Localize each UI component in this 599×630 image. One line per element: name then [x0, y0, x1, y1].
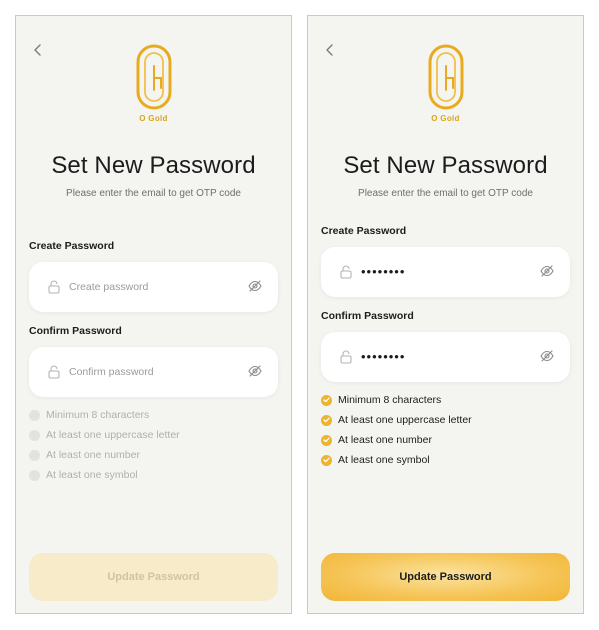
brand-logo: O Gold — [308, 44, 583, 144]
requirement-item: At least one number — [29, 445, 180, 465]
eye-off-icon[interactable] — [248, 280, 262, 292]
eye-off-icon[interactable] — [540, 350, 554, 362]
requirement-unchecked-icon — [29, 429, 40, 441]
requirement-unchecked-icon — [29, 469, 40, 481]
confirm-password-input[interactable] — [69, 364, 219, 380]
create-password-input[interactable] — [69, 279, 219, 295]
confirm-password-input[interactable] — [361, 348, 511, 364]
o-gold-logo-icon — [136, 44, 171, 110]
confirm-password-field[interactable] — [29, 347, 278, 397]
brand-name: O Gold — [139, 114, 168, 123]
requirement-item: At least one symbol — [321, 450, 472, 470]
brand-logo: O Gold — [16, 44, 291, 144]
create-password-input[interactable] — [361, 263, 511, 279]
page-title: Set New Password — [343, 152, 548, 179]
create-password-label: Create Password — [321, 225, 407, 237]
page-subtitle: Please enter the email to get OTP code — [358, 188, 533, 199]
requirement-item: Minimum 8 characters — [321, 390, 472, 410]
requirement-item: At least one number — [321, 430, 472, 450]
page-subtitle: Please enter the email to get OTP code — [66, 188, 241, 199]
requirement-unchecked-icon — [29, 409, 40, 421]
screen-filled-state: O Gold Set New Password Please enter the… — [307, 15, 584, 614]
requirement-unchecked-icon — [29, 449, 40, 461]
update-password-button[interactable]: Update Password — [321, 553, 570, 601]
create-password-field[interactable] — [321, 247, 570, 297]
o-gold-logo-icon — [428, 44, 463, 110]
check-circle-icon — [321, 454, 332, 466]
check-circle-icon — [321, 414, 332, 426]
requirement-item: At least one uppercase letter — [321, 410, 472, 430]
create-password-field[interactable] — [29, 262, 278, 312]
brand-name: O Gold — [431, 114, 460, 123]
eye-off-icon[interactable] — [540, 265, 554, 277]
lock-icon — [340, 350, 352, 364]
confirm-password-label: Confirm Password — [321, 310, 414, 322]
lock-icon — [340, 265, 352, 279]
check-circle-icon — [321, 434, 332, 446]
requirement-item: At least one uppercase letter — [29, 425, 180, 445]
eye-off-icon[interactable] — [248, 365, 262, 377]
create-password-label: Create Password — [29, 240, 115, 252]
page-title: Set New Password — [51, 152, 256, 179]
update-password-button[interactable]: Update Password — [29, 553, 278, 601]
confirm-password-label: Confirm Password — [29, 325, 122, 337]
check-circle-icon — [321, 394, 332, 406]
requirement-item: At least one symbol — [29, 465, 180, 485]
password-requirements: Minimum 8 characters At least one upperc… — [29, 405, 180, 485]
screen-empty-state: O Gold Set New Password Please enter the… — [15, 15, 292, 614]
lock-icon — [48, 365, 60, 379]
password-requirements: Minimum 8 characters At least one upperc… — [321, 390, 472, 470]
lock-icon — [48, 280, 60, 294]
requirement-item: Minimum 8 characters — [29, 405, 180, 425]
confirm-password-field[interactable] — [321, 332, 570, 382]
